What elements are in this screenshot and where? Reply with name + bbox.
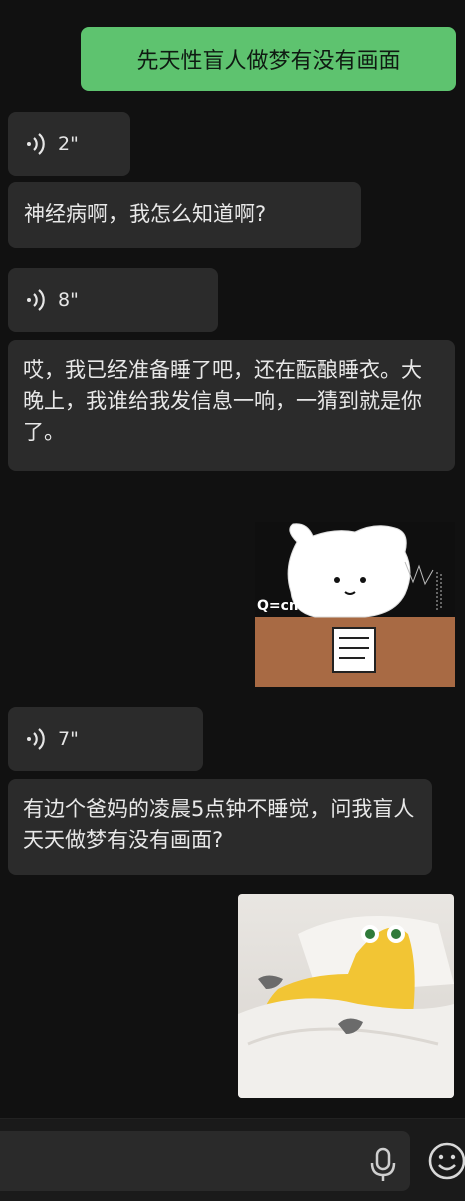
chat-input-bar <box>0 1118 465 1201</box>
yellow-creature-in-bed-image <box>238 894 454 1098</box>
voice-duration: 7" <box>58 728 79 750</box>
voice-duration: 8" <box>58 289 79 311</box>
voice-wave-icon <box>27 289 45 311</box>
received-message-text: 神经病啊，我怎么知道啊? <box>24 202 267 226</box>
microphone-icon[interactable] <box>368 1147 398 1183</box>
sent-photo[interactable] <box>238 894 454 1098</box>
voice-wave-icon <box>27 728 45 750</box>
message-input[interactable] <box>0 1131 410 1191</box>
received-message-bubble[interactable]: 有边个爸妈的凌晨5点钟不睡觉，问我盲人天天做梦有没有画面? <box>8 779 432 875</box>
sent-message-bubble[interactable]: 先天性盲人做梦有没有画面 <box>81 27 456 91</box>
received-message-bubble[interactable]: 神经病啊，我怎么知道啊? <box>8 182 361 248</box>
voice-message-bubble[interactable]: 2" <box>8 112 130 176</box>
emoji-icon[interactable] <box>427 1141 465 1181</box>
sent-message-text: 先天性盲人做梦有没有画面 <box>136 49 401 74</box>
received-message-text: 哎，我已经准备睡了吧，还在酝酿睡衣。大晚上，我谁给我发信息一响，一猜到就是你了。 <box>23 358 422 444</box>
received-message-bubble[interactable]: 哎，我已经准备睡了吧，还在酝酿睡衣。大晚上，我谁给我发信息一响，一猜到就是你了。 <box>8 340 455 471</box>
voice-message-bubble[interactable]: 8" <box>8 268 218 332</box>
sticker-image[interactable]: Q=cmat <box>255 522 455 687</box>
received-message-text: 有边个爸妈的凌晨5点钟不睡觉，问我盲人天天做梦有没有画面? <box>23 797 415 852</box>
sticker-caption: Q=cmat <box>257 598 320 614</box>
voice-wave-icon <box>27 133 45 155</box>
voice-message-bubble[interactable]: 7" <box>8 707 203 771</box>
voice-duration: 2" <box>58 133 79 155</box>
